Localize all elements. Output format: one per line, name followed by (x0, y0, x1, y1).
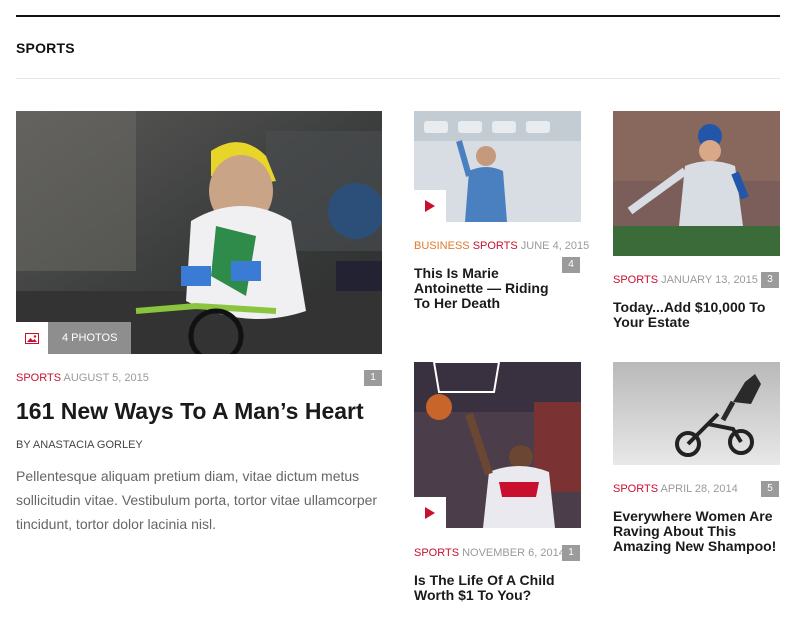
category-link[interactable]: SPORTS (16, 372, 61, 384)
section-top-rule (16, 15, 780, 17)
featured-title[interactable]: 161 New Ways To A Man’s Heart (16, 398, 382, 425)
post-date: APRIL 28, 2014 (660, 483, 738, 495)
category-link[interactable]: SPORTS (473, 240, 518, 252)
card-meta: BUSINESS SPORTS JUNE 4, 2015 (414, 240, 589, 252)
image-icon (16, 322, 48, 354)
post-date: JUNE 4, 2015 (520, 240, 590, 252)
featured-meta: SPORTS AUGUST 5, 2015 (16, 372, 149, 384)
card-title[interactable]: Today...Add $10,000 To Your Estate (613, 300, 778, 330)
card-title[interactable]: This Is Marie Antoinette — Riding To Her… (414, 266, 564, 311)
video-play-button[interactable] (414, 497, 446, 529)
category-link[interactable]: BUSINESS (414, 240, 470, 252)
section-divider (16, 78, 780, 79)
category-link[interactable]: SPORTS (613, 274, 658, 286)
comment-count[interactable]: 1 (562, 545, 580, 561)
featured-image[interactable] (16, 111, 382, 354)
card-meta: SPORTS APRIL 28, 2014 (613, 483, 738, 495)
photo-count-label: 4 PHOTOS (48, 322, 132, 354)
card-image[interactable] (613, 362, 780, 465)
card-meta: SPORTS NOVEMBER 6, 2014 (414, 547, 565, 559)
comment-count[interactable]: 5 (761, 481, 779, 497)
play-icon (425, 200, 435, 212)
video-play-button[interactable] (414, 190, 446, 222)
post-date: JANUARY 13, 2015 (661, 274, 758, 286)
card-title[interactable]: Everywhere Women Are Raving About This A… (613, 509, 780, 554)
featured-excerpt: Pellentesque aliquam pretium diam, vitae… (16, 468, 378, 532)
section-title: SPORTS (16, 40, 75, 56)
card-image[interactable] (613, 111, 780, 256)
card-meta: SPORTS JANUARY 13, 2015 (613, 274, 758, 286)
photo-gallery-badge[interactable]: 4 PHOTOS (16, 322, 132, 354)
post-date: AUGUST 5, 2015 (63, 372, 149, 384)
card-title[interactable]: Is The Life Of A Child Worth $1 To You? (414, 573, 564, 603)
comment-count[interactable]: 1 (364, 370, 382, 386)
category-link[interactable]: SPORTS (414, 547, 459, 559)
post-date: NOVEMBER 6, 2014 (462, 547, 565, 559)
play-icon (425, 507, 435, 519)
comment-count[interactable]: 3 (761, 272, 779, 288)
comment-count[interactable]: 4 (562, 257, 580, 273)
category-link[interactable]: SPORTS (613, 483, 658, 495)
author-byline: BY ANASTACIA GORLEY (16, 439, 143, 451)
